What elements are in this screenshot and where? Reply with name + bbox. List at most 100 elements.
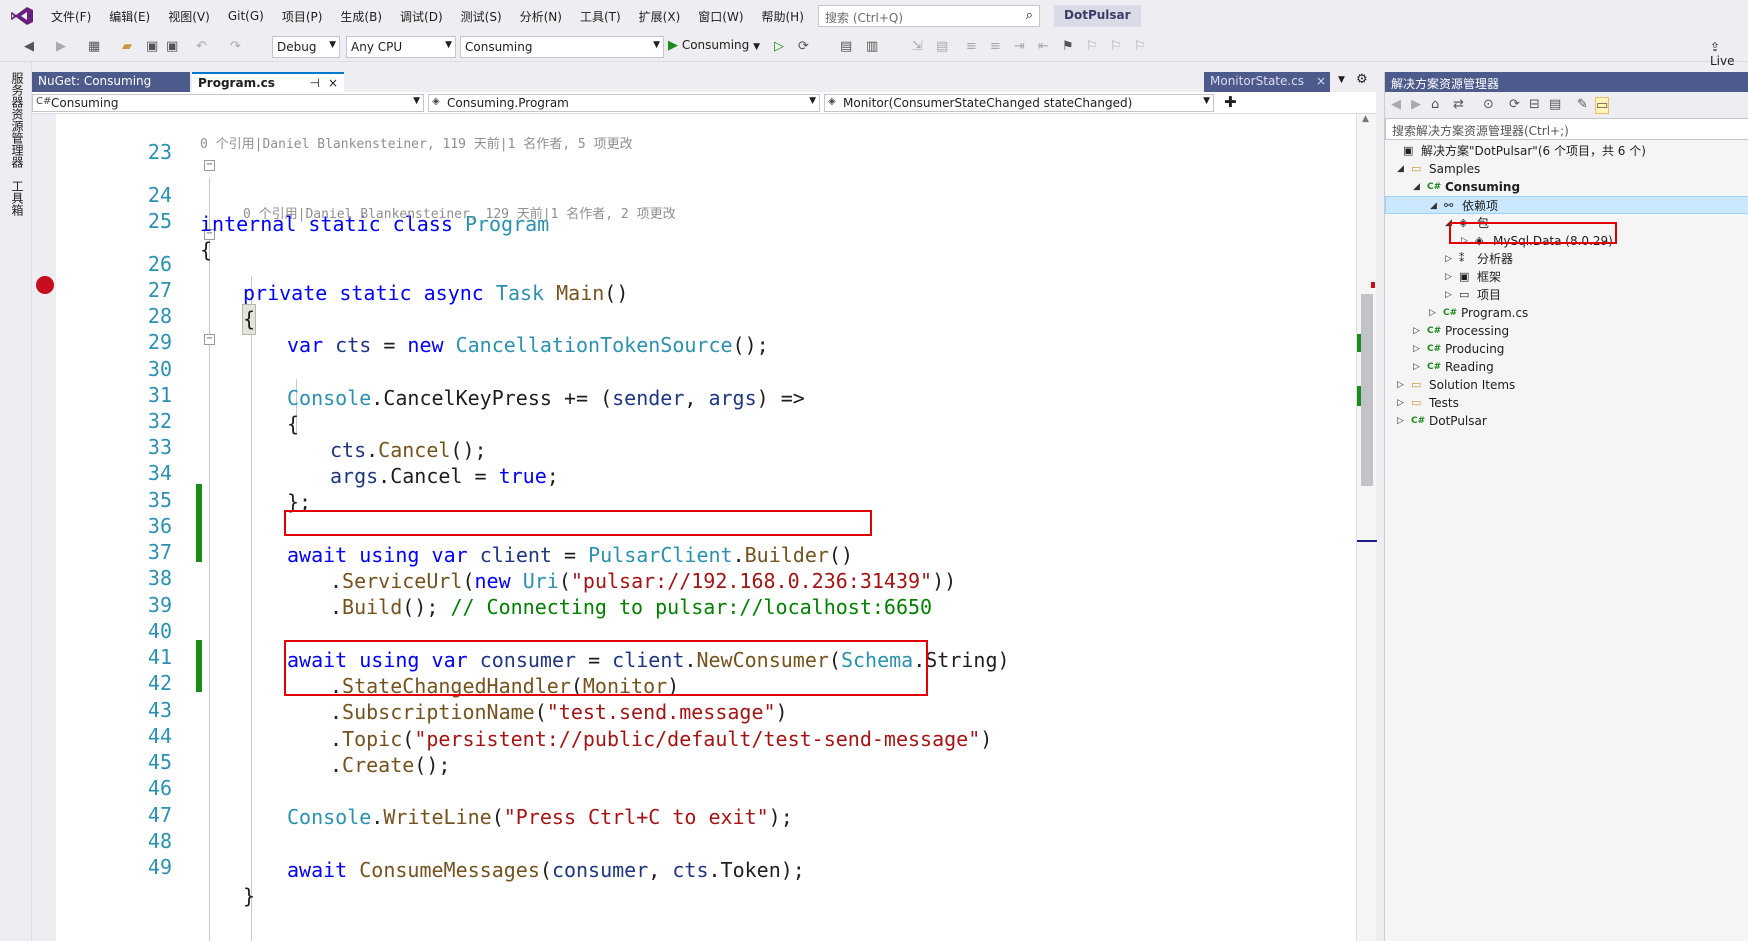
global-search-input[interactable]: 搜索 (Ctrl+Q) ⌕ [818,5,1040,27]
menu-test[interactable]: 测试(S) [452,8,511,25]
menu-extensions[interactable]: 扩展(X) [630,8,690,25]
tree-item-solution[interactable]: ▣ 解决方案"DotPulsar"(6 个项目，共 6 个) [1385,142,1748,160]
sync-icon[interactable]: ⟳ [1509,97,1520,112]
format-icon[interactable]: ▤ [936,39,948,54]
expander-icon[interactable]: ◢ [1430,197,1437,215]
expander-icon[interactable]: ▷ [1445,250,1452,268]
new-project-icon[interactable]: ▦ [88,39,100,54]
chevron-down-icon[interactable]: ▼ [1338,75,1345,85]
platform-select[interactable]: Any CPU ▼ [346,36,456,58]
code-editor[interactable]: − − − 23 0 个引用|Daniel Blankensteiner, 11… [32,114,1356,941]
toolbox-tab[interactable]: 工具箱 [9,180,26,216]
project-dropdown[interactable]: C# Consuming ▼ [32,94,424,112]
bookmark-prev-icon[interactable]: ⚐ [1086,39,1098,54]
bookmark-clear-icon[interactable]: ⚐ [1134,39,1146,54]
properties-icon[interactable]: ✎ [1577,97,1588,112]
configuration-select[interactable]: Debug ▼ [272,36,340,58]
tree-item-dependencies[interactable]: ◢ ⚯ 依赖项 [1385,196,1748,214]
expander-icon[interactable]: ▷ [1397,376,1404,394]
expander-icon[interactable]: ▷ [1413,322,1420,340]
start-debugging-button[interactable]: ▶ Consuming ▼ [668,38,760,53]
navigate-back-icon[interactable]: ◀ [24,39,34,54]
codelens-program[interactable]: 0 个引用|Daniel Blankensteiner, 119 天前|1 名作… [200,133,1356,153]
back-icon[interactable]: ◀ [1391,97,1401,112]
layout-icon[interactable]: ▥ [866,39,878,54]
menu-view[interactable]: 视图(V) [159,8,219,25]
save-all-icon[interactable]: ▣ [166,39,178,54]
close-icon[interactable]: × [1316,74,1326,88]
tree-item-analyzers[interactable]: ▷ ⁑ 分析器 [1385,250,1748,268]
startup-project-select[interactable]: Consuming ▼ [460,36,664,58]
home-icon[interactable]: ⌂ [1431,97,1439,112]
tree-item-consuming[interactable]: ◢ C# Consuming [1385,178,1748,196]
expander-icon[interactable]: ▷ [1413,340,1420,358]
comment-icon[interactable]: ≡ [966,39,977,54]
tab-program-cs[interactable]: Program.cs ⊣ × [192,72,344,92]
close-icon[interactable]: × [328,76,338,90]
expander-icon[interactable]: ◢ [1397,160,1404,178]
open-file-icon[interactable]: ▰ [122,39,132,54]
expander-icon[interactable]: ◢ [1413,178,1420,196]
settings-icon[interactable]: ⚙ [1356,72,1368,87]
save-icon[interactable]: ▣ [146,39,158,54]
tree-item-dotpulsar[interactable]: ▷ C# DotPulsar [1385,412,1748,430]
pending-changes-icon[interactable]: ⊙ [1483,97,1494,112]
member-dropdown[interactable]: ◈ Monitor(ConsumerStateChanged stateChan… [824,94,1214,112]
uncomment-icon[interactable]: ≡ [990,39,1001,54]
type-dropdown[interactable]: ◈ Consuming.Program ▼ [428,94,820,112]
glyph-margin[interactable] [32,114,56,941]
tab-nuget-consuming[interactable]: NuGet: Consuming [32,72,190,92]
menu-build[interactable]: 生成(B) [331,8,391,25]
menu-file[interactable]: 文件(F) [42,8,100,25]
menu-debug[interactable]: 调试(D) [391,8,452,25]
tree-item-tests[interactable]: ▷ ▭ Tests [1385,394,1748,412]
bookmark-icon[interactable]: ⚑ [1062,39,1074,54]
expander-icon[interactable]: ▷ [1445,286,1452,304]
scrollbar-thumb[interactable] [1361,294,1373,486]
tree-item-processing[interactable]: ▷ C# Processing [1385,322,1748,340]
editor-vertical-scrollbar[interactable]: ▲ [1356,114,1377,941]
scroll-up-icon[interactable]: ▲ [1362,114,1369,124]
server-explorer-tab[interactable]: 服务器资源管理器 [9,72,26,168]
menu-git[interactable]: Git(G) [219,9,273,23]
tree-item-projects[interactable]: ▷ ▭ 项目 [1385,286,1748,304]
solution-name-badge[interactable]: DotPulsar [1054,5,1141,27]
collapse-all-icon[interactable]: ⊟ [1529,97,1540,112]
outdent-icon[interactable]: ⇤ [1038,39,1049,54]
forward-icon[interactable]: ▶ [1411,97,1421,112]
tree-item-producing[interactable]: ▷ C# Producing [1385,340,1748,358]
expander-icon[interactable]: ▷ [1397,412,1404,430]
tab-monitorstate-cs[interactable]: MonitorState.cs × [1204,72,1330,92]
split-editor-icon[interactable]: ✚ [1224,93,1237,111]
expander-icon[interactable]: ▷ [1429,304,1436,322]
expander-icon[interactable]: ▷ [1445,268,1452,286]
switch-views-icon[interactable]: ⇄ [1453,97,1464,112]
codelens-main[interactable]: 0 个引用|Daniel Blankensteiner, 129 天前|1 名作… [243,203,1356,223]
breakpoint-icon[interactable] [36,276,54,294]
menu-tools[interactable]: 工具(T) [571,8,630,25]
menu-window[interactable]: 窗口(W) [689,8,752,25]
tree-item-program-cs[interactable]: ▷ C# Program.cs [1385,304,1748,322]
step-icon[interactable]: ⇲ [912,39,923,54]
navigate-forward-icon[interactable]: ▶ [56,39,66,54]
expander-icon[interactable]: ▷ [1397,394,1404,412]
pin-icon[interactable]: ⊣ [310,76,320,90]
menu-project[interactable]: 项目(P) [273,8,332,25]
menu-analyze[interactable]: 分析(N) [511,8,571,25]
bookmark-next-icon[interactable]: ⚐ [1110,39,1122,54]
undo-icon[interactable]: ↶ [196,39,207,54]
expander-icon[interactable]: ▷ [1413,358,1420,376]
show-all-files-icon[interactable]: ▤ [1549,97,1561,112]
tree-item-solution-items[interactable]: ▷ ▭ Solution Items [1385,376,1748,394]
live-share-button[interactable]: ⇪ Live [1710,40,1748,68]
tree-item-samples[interactable]: ◢ ▭ Samples [1385,160,1748,178]
browse-icon[interactable]: ▤ [840,39,852,54]
menu-edit[interactable]: 编辑(E) [100,8,159,25]
tree-item-reading[interactable]: ▷ C# Reading [1385,358,1748,376]
tree-item-frameworks[interactable]: ▷ ▣ 框架 [1385,268,1748,286]
solution-explorer-search-input[interactable]: 搜索解决方案资源管理器(Ctrl+;) [1385,118,1748,140]
menu-help[interactable]: 帮助(H) [753,8,813,25]
start-without-debugging-icon[interactable]: ▷ [774,39,784,54]
redo-icon[interactable]: ↷ [230,39,241,54]
hot-reload-icon[interactable]: ⟳ [798,39,809,54]
